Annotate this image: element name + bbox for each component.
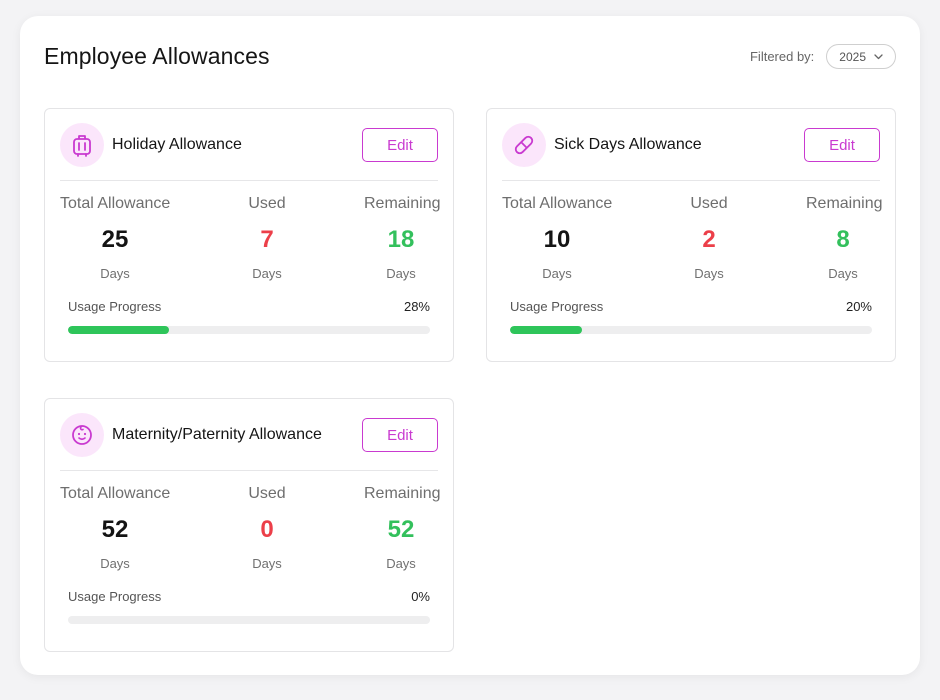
stat-total-value: 52 [101,516,129,543]
edit-button[interactable]: Edit [362,128,438,162]
stat-used: Used 2 Days [684,195,734,281]
page-title: Employee Allowances [44,43,270,69]
stat-total-unit: Days [542,266,572,281]
card-divider [60,180,438,181]
year-select-value: 2025 [839,49,866,64]
stats-row: Total Allowance 25 Days Used 7 Days Rema… [60,195,441,285]
card-header: Maternity/Paternity Allowance Edit [60,413,438,457]
progress-percent: 0% [411,589,430,604]
stat-total: Total Allowance 25 Days [60,195,170,281]
progress-fill [510,326,583,334]
stat-used-value: 2 [702,226,716,253]
stat-total-value: 10 [543,226,571,253]
card-title: Maternity/Paternity Allowance [112,426,322,443]
chevron-down-icon [874,53,883,60]
filter-label: Filtered by: [749,49,815,64]
stats-row: Total Allowance 52 Days Used 0 Days Rema… [60,485,441,575]
progress-label: Usage Progress [68,589,162,604]
allowance-card-maternity-paternity: Maternity/Paternity Allowance Edit Total… [44,398,454,652]
stat-remaining: Remaining 52 Days [364,485,441,571]
stat-used-unit: Days [252,266,282,281]
card-header: Holiday Allowance Edit [60,123,438,167]
progress-percent: 20% [845,299,872,314]
card-title: Holiday Allowance [112,136,242,153]
stat-used: Used 0 Days [242,485,292,571]
stat-total: Total Allowance 10 Days [502,195,612,281]
card-header: Sick Days Allowance Edit [502,123,880,167]
stat-total-value: 25 [101,226,129,253]
allowance-card-holiday: Holiday Allowance Edit Total Allowance 2… [44,108,454,362]
stat-used: Used 7 Days [242,195,292,281]
stat-remaining-value: 8 [836,226,850,253]
stat-remaining-unit: Days [386,556,416,571]
stat-remaining-value: 52 [387,516,415,543]
stat-remaining: Remaining 18 Days [364,195,441,281]
stat-total-unit: Days [100,556,130,571]
progress-fill [68,326,170,334]
year-filter: Filtered by: 2025 [750,44,896,69]
stat-total-label: Total Allowance [502,195,613,212]
edit-button[interactable]: Edit [804,128,880,162]
stat-remaining-label: Remaining [806,195,883,212]
stat-total-label: Total Allowance [60,485,171,502]
progress-label: Usage Progress [510,299,604,314]
stat-remaining-label: Remaining [364,195,441,212]
stat-used-unit: Days [252,556,282,571]
stat-used-label: Used [248,195,286,212]
baby-face-icon [60,413,104,457]
stat-used-unit: Days [694,266,724,281]
allowances-panel: Employee Allowances Filtered by: 2025 Ho… [20,16,920,675]
usage-progress: Usage Progress 0% [68,589,430,624]
pill-icon [502,123,546,167]
stat-used-label: Used [248,485,286,502]
allowance-card-sick-days: Sick Days Allowance Edit Total Allowance… [486,108,896,362]
card-divider [60,470,438,471]
stat-remaining-label: Remaining [364,485,441,502]
stat-remaining-unit: Days [386,266,416,281]
year-select[interactable]: 2025 [826,44,896,69]
card-divider [502,180,880,181]
stat-remaining-unit: Days [828,266,858,281]
progress-label: Usage Progress [68,299,162,314]
stat-total-unit: Days [100,266,130,281]
progress-track [68,326,430,334]
stat-used-value: 7 [260,226,274,253]
stat-total: Total Allowance 52 Days [60,485,170,571]
progress-percent: 28% [403,299,430,314]
suitcase-icon [60,123,104,167]
usage-progress: Usage Progress 20% [510,299,872,334]
usage-progress: Usage Progress 28% [68,299,430,334]
stats-row: Total Allowance 10 Days Used 2 Days Rema… [502,195,883,285]
stat-remaining: Remaining 8 Days [806,195,883,281]
stat-total-label: Total Allowance [60,195,171,212]
card-title: Sick Days Allowance [554,136,702,153]
stat-used-value: 0 [260,516,274,543]
stat-used-label: Used [690,195,728,212]
edit-button[interactable]: Edit [362,418,438,452]
progress-track [68,616,430,624]
progress-track [510,326,872,334]
stat-remaining-value: 18 [387,226,415,253]
